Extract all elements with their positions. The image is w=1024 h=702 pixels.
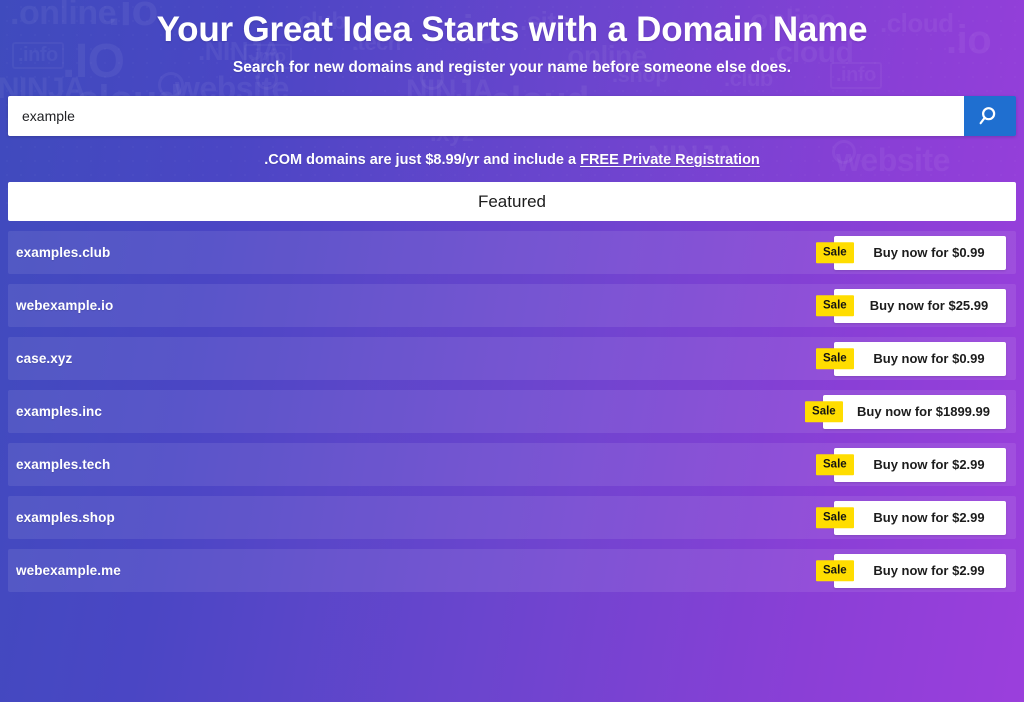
sale-badge: Sale <box>816 241 854 264</box>
domain-result-row[interactable]: examples.club Sale Buy now for $0.99 <box>8 231 1016 274</box>
domain-result-row[interactable]: case.xyz Sale Buy now for $0.99 <box>8 337 1016 380</box>
domain-result-row[interactable]: examples.shop Sale Buy now for $2.99 <box>8 496 1016 539</box>
domain-result-row[interactable]: examples.inc Sale Buy now for $1899.99 <box>8 390 1016 433</box>
free-private-registration-link[interactable]: FREE Private Registration <box>580 152 760 168</box>
promo-message: .COM domains are just $8.99/yr and inclu… <box>0 152 1024 168</box>
hero-section: Your Great Idea Starts with a Domain Nam… <box>0 0 1024 79</box>
buy-action-group: Sale Buy now for $0.99 <box>816 341 1006 376</box>
buy-now-button[interactable]: Buy now for $25.99 <box>834 288 1006 323</box>
domain-search-bar <box>8 96 1016 136</box>
buy-now-button[interactable]: Buy now for $2.99 <box>834 500 1006 535</box>
sale-badge: Sale <box>816 294 854 317</box>
buy-now-button[interactable]: Buy now for $0.99 <box>834 235 1006 270</box>
featured-label: Featured <box>477 191 547 211</box>
sale-badge: Sale <box>816 559 854 582</box>
buy-now-button[interactable]: Buy now for $2.99 <box>834 447 1006 482</box>
domain-name: examples.shop <box>16 510 115 525</box>
page-subtitle: Search for new domains and register your… <box>232 59 792 76</box>
domain-result-row[interactable]: webexample.me Sale Buy now for $2.99 <box>8 549 1016 592</box>
buy-action-group: Sale Buy now for $25.99 <box>816 288 1006 323</box>
domain-name: examples.tech <box>16 457 111 472</box>
sale-badge: Sale <box>816 506 854 529</box>
buy-action-group: Sale Buy now for $0.99 <box>816 235 1006 270</box>
domain-name: examples.inc <box>16 404 102 419</box>
domain-result-row[interactable]: examples.tech Sale Buy now for $2.99 <box>8 443 1016 486</box>
promo-text: .COM domains are just $8.99/yr and inclu… <box>264 152 581 168</box>
sale-badge: Sale <box>816 453 854 476</box>
domain-name: examples.club <box>16 245 111 260</box>
page-title: Your Great Idea Starts with a Domain Nam… <box>156 10 868 49</box>
search-input[interactable] <box>8 96 964 136</box>
buy-now-button[interactable]: Buy now for $2.99 <box>834 553 1006 588</box>
buy-now-button[interactable]: Buy now for $1899.99 <box>823 394 1006 429</box>
sale-badge: Sale <box>805 400 843 423</box>
search-results: Featured examples.club Sale Buy now for $0… <box>8 182 1016 592</box>
search-icon <box>979 105 1001 127</box>
buy-action-group: Sale Buy now for $1899.99 <box>805 394 1006 429</box>
buy-now-button[interactable]: Buy now for $0.99 <box>834 341 1006 376</box>
domain-name: case.xyz <box>16 351 73 366</box>
domain-result-row[interactable]: webexample.io Sale Buy now for $25.99 <box>8 284 1016 327</box>
buy-action-group: Sale Buy now for $2.99 <box>816 447 1006 482</box>
sale-badge: Sale <box>816 347 854 370</box>
domain-name: webexample.io <box>16 298 114 313</box>
buy-action-group: Sale Buy now for $2.99 <box>816 500 1006 535</box>
search-button[interactable] <box>964 96 1016 136</box>
domain-name: webexample.me <box>16 563 121 578</box>
buy-action-group: Sale Buy now for $2.99 <box>816 553 1006 588</box>
domain-results-list: examples.club Sale Buy now for $0.99 webexa… <box>8 231 1016 592</box>
featured-header: Featured <box>8 182 1016 221</box>
